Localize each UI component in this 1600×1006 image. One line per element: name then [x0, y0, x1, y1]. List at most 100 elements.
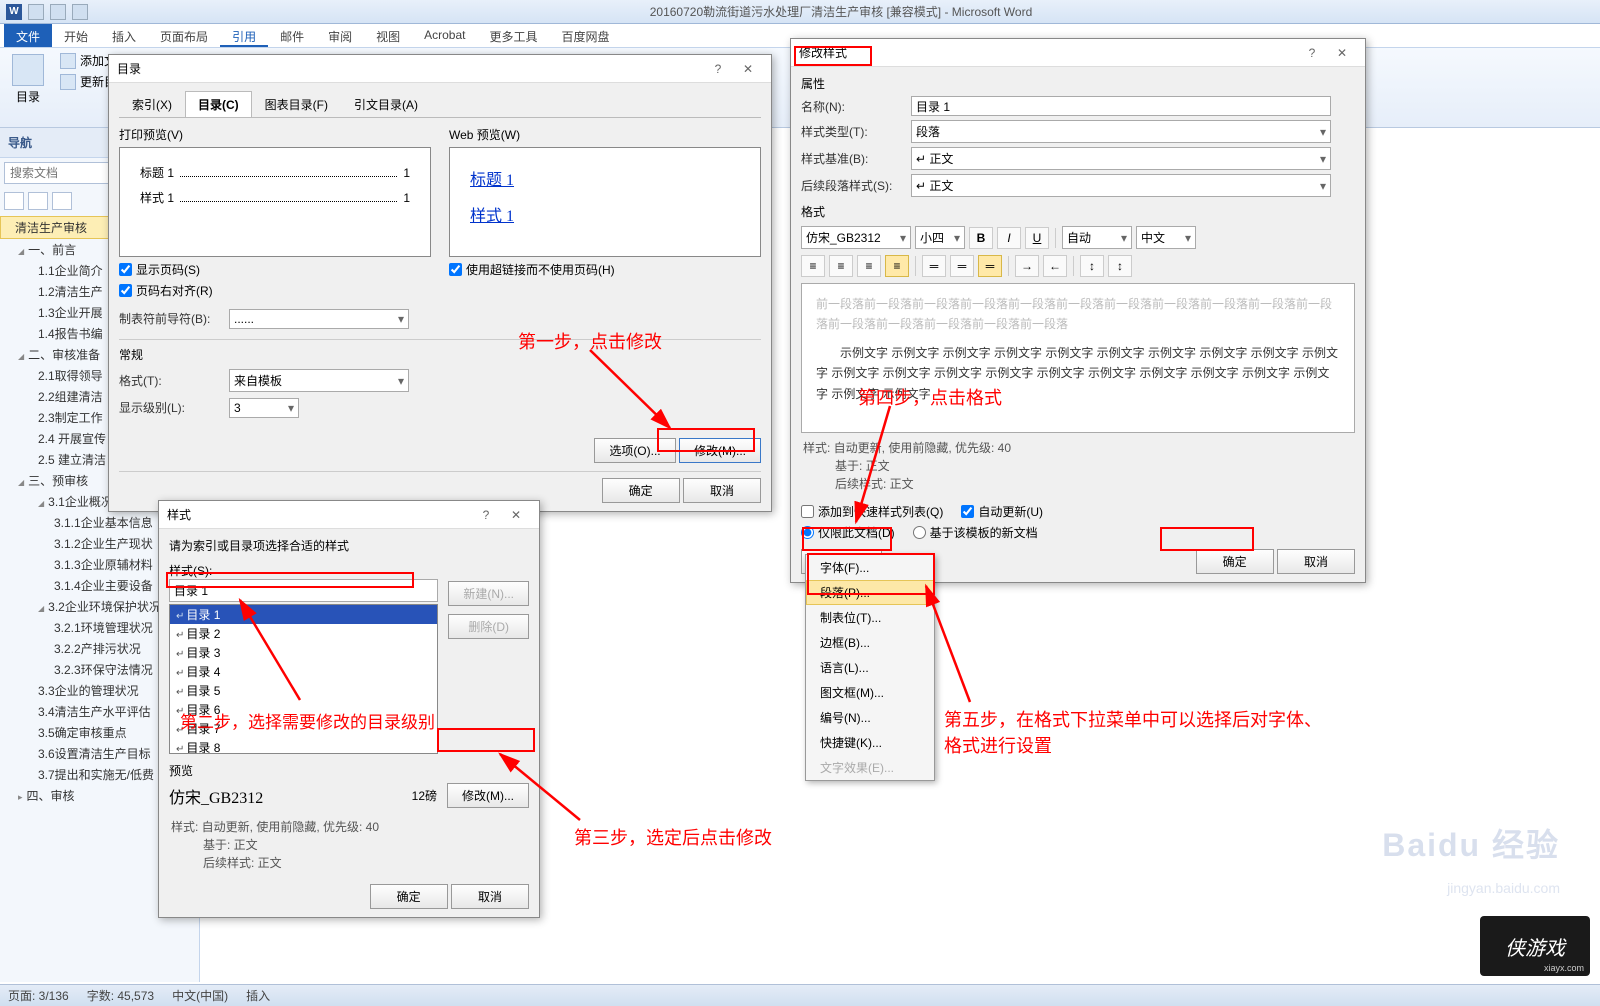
tab-acrobat[interactable]: Acrobat [412, 24, 477, 47]
format-menu-item[interactable]: 段落(P)... [806, 580, 934, 605]
only-doc-radio[interactable]: 仅限此文档(D) [801, 524, 895, 541]
align-center-button[interactable]: ≡ [829, 255, 853, 277]
style-name-input[interactable] [911, 96, 1331, 116]
toc-button[interactable]: 目录 [8, 52, 48, 123]
auto-update-checkbox[interactable]: 自动更新(U) [961, 503, 1043, 520]
annotation-step5b: 格式进行设置 [944, 732, 1052, 758]
based-on-combo[interactable]: ↵ 正文 [911, 147, 1331, 170]
lang-combo[interactable]: 中文 [1136, 226, 1196, 249]
format-menu-item[interactable]: 制表位(T)... [806, 605, 934, 630]
indent-inc-button[interactable]: → [1015, 255, 1039, 277]
styles-instruction: 请为索引或目录项选择合适的样式 [169, 537, 529, 554]
format-menu-item[interactable]: 边框(B)... [806, 630, 934, 655]
toc-close-icon[interactable]: ✕ [733, 62, 763, 76]
bold-button[interactable]: B [969, 227, 993, 249]
format-combo[interactable]: 来自模板 [229, 369, 409, 392]
status-insert[interactable]: 插入 [246, 987, 270, 1004]
cancel-button[interactable]: 取消 [683, 478, 761, 503]
tab-insert[interactable]: 插入 [100, 24, 148, 47]
next-style-combo[interactable]: ↵ 正文 [911, 174, 1331, 197]
style-list-item[interactable]: ↵目录 1 [170, 605, 437, 624]
tab-view[interactable]: 视图 [364, 24, 412, 47]
add-quick-checkbox[interactable]: 添加到快速样式列表(Q) [801, 503, 943, 520]
tab-mail[interactable]: 邮件 [268, 24, 316, 47]
styles-cancel-button[interactable]: 取消 [451, 884, 529, 909]
use-hyperlinks-checkbox[interactable]: 使用超链接而不使用页码(H) [449, 261, 761, 278]
tab-layout[interactable]: 页面布局 [148, 24, 220, 47]
modify-ok-button[interactable]: 确定 [1196, 549, 1274, 574]
modify-style-dialog: 修改样式 ?✕ 属性 名称(N): 样式类型(T):段落 样式基准(B):↵ 正… [790, 38, 1366, 583]
tab-index[interactable]: 索引(X) [119, 91, 185, 117]
status-lang[interactable]: 中文(中国) [172, 987, 228, 1004]
tab-home[interactable]: 开始 [52, 24, 100, 47]
show-pagenum-checkbox[interactable]: 显示页码(S) [119, 261, 431, 278]
tab-citations[interactable]: 引文目录(A) [341, 91, 431, 117]
qat-undo-icon[interactable] [50, 4, 66, 20]
style-list-item[interactable]: ↵目录 7 [170, 719, 437, 738]
ok-button[interactable]: 确定 [602, 478, 680, 503]
linespacing1-button[interactable]: ═ [922, 255, 946, 277]
toc-help-icon[interactable]: ? [703, 62, 733, 76]
tab-toc[interactable]: 目录(C) [185, 91, 252, 117]
styles-ok-button[interactable]: 确定 [370, 884, 448, 909]
indent-dec-button[interactable]: ← [1043, 255, 1067, 277]
style-list-item[interactable]: ↵目录 3 [170, 643, 437, 662]
styles-help-icon[interactable]: ? [471, 508, 501, 522]
format-menu-item[interactable]: 字体(F)... [806, 555, 934, 580]
style-list-item[interactable]: ↵目录 4 [170, 662, 437, 681]
align-justify-button[interactable]: ≡ [885, 255, 909, 277]
format-menu-item[interactable]: 编号(N)... [806, 705, 934, 730]
tab-review[interactable]: 审阅 [316, 24, 364, 47]
format-menu-item[interactable]: 快捷键(K)... [806, 730, 934, 755]
tab-file[interactable]: 文件 [4, 24, 52, 47]
styles-modify-button[interactable]: 修改(M)... [447, 783, 529, 808]
modify-close-icon[interactable]: ✕ [1327, 46, 1357, 60]
tab-references[interactable]: 引用 [220, 24, 268, 47]
align-left-button[interactable]: ≡ [801, 255, 825, 277]
styles-close-icon[interactable]: ✕ [501, 508, 531, 522]
tab-leader-combo[interactable]: ...... [229, 309, 409, 329]
status-page[interactable]: 页面: 3/136 [8, 987, 69, 1004]
italic-button[interactable]: I [997, 227, 1021, 249]
new-docs-radio[interactable]: 基于该模板的新文档 [913, 524, 1038, 541]
modify-button[interactable]: 修改(M)... [679, 438, 761, 463]
style-list-item[interactable]: ↵目录 8 [170, 738, 437, 754]
format-menu-item: 文字效果(E)... [806, 755, 934, 780]
format-menu-item[interactable]: 语言(L)... [806, 655, 934, 680]
linespacing2-button[interactable]: ═ [978, 255, 1002, 277]
font-color-combo[interactable]: 自动 [1062, 226, 1132, 249]
status-words[interactable]: 字数: 45,573 [87, 987, 154, 1004]
align-right-button[interactable]: ≡ [857, 255, 881, 277]
format-menu-item[interactable]: 图文框(M)... [806, 680, 934, 705]
toc-dialog-title: 目录 [117, 60, 141, 77]
tab-more[interactable]: 更多工具 [477, 24, 549, 47]
qat-redo-icon[interactable] [72, 4, 88, 20]
current-style-field[interactable]: 目录 1 [169, 579, 438, 602]
print-preview-box: 标题 11 样式 11 [119, 147, 431, 257]
format-dropdown-menu[interactable]: 字体(F)...段落(P)...制表位(T)...边框(B)...语言(L)..… [805, 554, 935, 781]
style-list-item[interactable]: ↵目录 5 [170, 681, 437, 700]
tab-figures[interactable]: 图表目录(F) [252, 91, 341, 117]
styles-dialog-title: 样式 [167, 506, 191, 523]
linespacing15-button[interactable]: ═ [950, 255, 974, 277]
tab-baidu[interactable]: 百度网盘 [550, 24, 622, 47]
nav-view-pages-icon[interactable] [28, 192, 48, 210]
underline-button[interactable]: U [1025, 227, 1049, 249]
web-preview-label: Web 预览(W) [449, 126, 761, 143]
font-name-combo[interactable]: 仿宋_GB2312 [801, 226, 911, 249]
font-size-combo[interactable]: 小四 [915, 226, 965, 249]
style-listbox[interactable]: ↵目录 1↵目录 2↵目录 3↵目录 4↵目录 5↵目录 6↵目录 7↵目录 8… [169, 604, 438, 754]
options-button[interactable]: 选项(O)... [594, 438, 675, 463]
space-dec-button[interactable]: ↕ [1108, 255, 1132, 277]
modify-cancel-button[interactable]: 取消 [1277, 549, 1355, 574]
nav-view-headings-icon[interactable] [4, 192, 24, 210]
levels-spinner[interactable]: 3 [229, 398, 299, 418]
space-inc-button[interactable]: ↕ [1080, 255, 1104, 277]
style-list-item[interactable]: ↵目录 6 [170, 700, 437, 719]
qat-save-icon[interactable] [28, 4, 44, 20]
nav-view-results-icon[interactable] [52, 192, 72, 210]
style-list-item[interactable]: ↵目录 2 [170, 624, 437, 643]
modify-help-icon[interactable]: ? [1297, 46, 1327, 60]
right-align-checkbox[interactable]: 页码右对齐(R) [119, 282, 431, 299]
style-type-combo[interactable]: 段落 [911, 120, 1331, 143]
